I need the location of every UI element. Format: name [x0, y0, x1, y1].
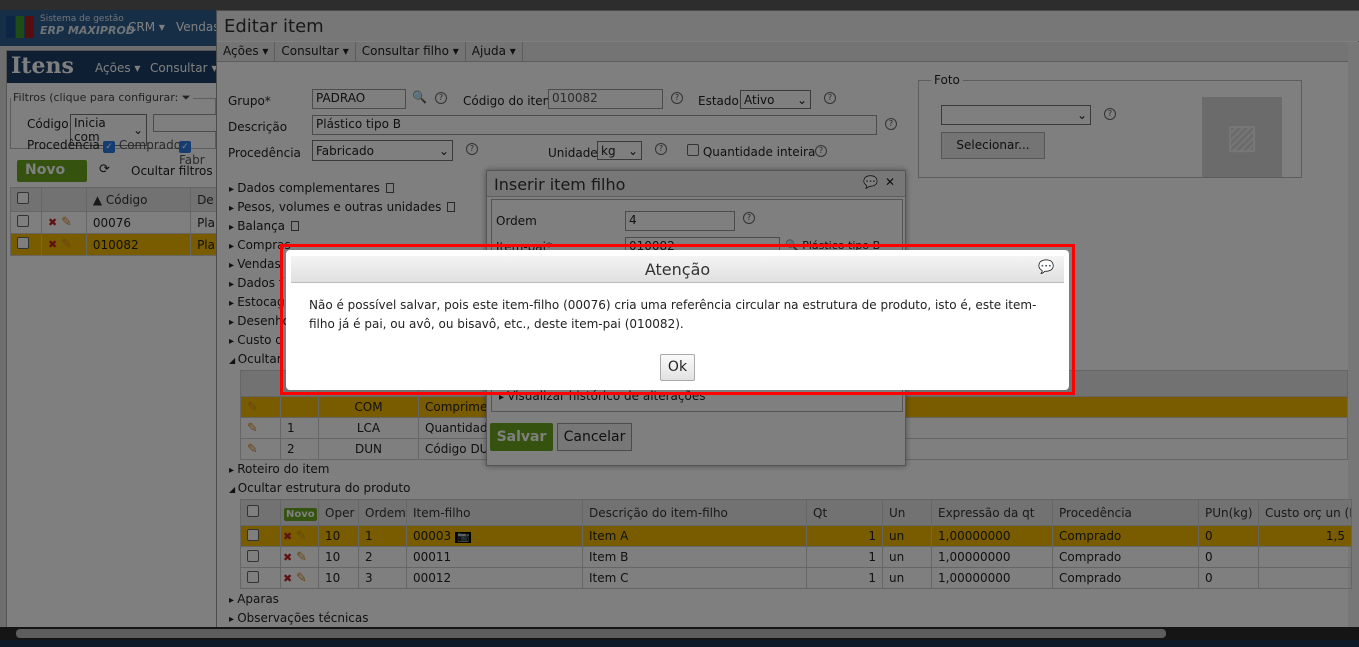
- ok-button[interactable]: Ok: [660, 354, 695, 381]
- atencao-dialog: Atenção 💬 Não é possível salvar, pois es…: [286, 250, 1069, 390]
- comment-icon[interactable]: 💬: [1038, 260, 1054, 275]
- alert-title: Atenção: [291, 256, 1064, 283]
- alert-message: Não é possível salvar, pois este item-fi…: [309, 298, 1037, 331]
